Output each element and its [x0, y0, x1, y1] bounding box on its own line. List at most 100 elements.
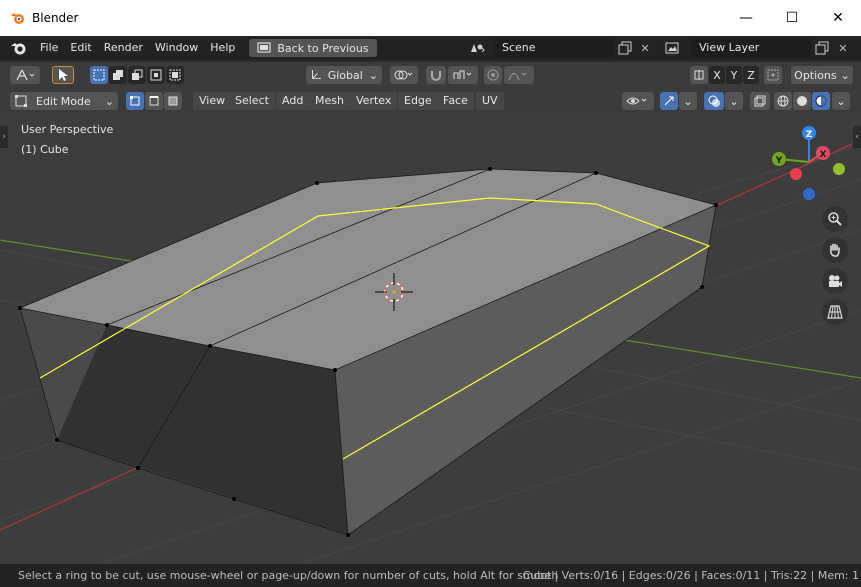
mode-label: Edit Mode: [36, 94, 91, 108]
view-layer-icon[interactable]: [664, 39, 682, 57]
minimize-button[interactable]: —: [723, 0, 769, 36]
new-scene-icon[interactable]: [616, 39, 634, 57]
object-visibility-dropdown[interactable]: [622, 92, 654, 110]
close-button[interactable]: ✕: [815, 0, 861, 36]
chevron-down-icon: ⌄: [368, 68, 378, 82]
pan-button[interactable]: [822, 237, 848, 263]
toolbar-expand-arrow[interactable]: ›: [0, 126, 8, 148]
mirror-y-toggle[interactable]: Y: [726, 66, 742, 84]
proportional-editing-icon: [487, 69, 499, 81]
show-overlays-toggle[interactable]: [704, 92, 724, 110]
header-menu-add[interactable]: Add: [276, 92, 310, 110]
menu-render[interactable]: Render: [98, 36, 149, 60]
shading-dropdown[interactable]: ⌄: [832, 92, 850, 110]
eye-icon: [626, 97, 647, 105]
remove-view-layer-icon[interactable]: ✕: [834, 39, 852, 57]
maximize-button[interactable]: ☐: [769, 0, 815, 36]
view-layer-field[interactable]: View Layer: [691, 39, 811, 57]
vertex-select-icon: [130, 96, 140, 106]
show-gizmo-toggle[interactable]: [660, 92, 678, 110]
camera-view-button[interactable]: [822, 268, 848, 294]
mirror-z-toggle[interactable]: Z: [743, 66, 759, 84]
header-menu-select[interactable]: Select: [229, 92, 275, 110]
transform-orientation-dropdown[interactable]: Global ⌄: [306, 66, 382, 84]
wireframe-shading-button[interactable]: [774, 92, 792, 110]
edge-select-icon: [149, 96, 159, 106]
edge-select-mode-button[interactable]: [145, 92, 163, 110]
auto-merge-icon: [767, 69, 779, 81]
select-mode-intersect-button[interactable]: [166, 66, 184, 84]
menu-window[interactable]: Window: [149, 36, 204, 60]
gizmo-x-label: X: [820, 150, 827, 160]
overlays-dropdown[interactable]: ⌄: [725, 92, 743, 110]
mirror-x-toggle[interactable]: X: [709, 66, 725, 84]
transform-pivot-icon: [16, 69, 35, 81]
blender-app-icon: [11, 13, 24, 24]
select-tool-button[interactable]: [52, 66, 74, 84]
material-preview-shading-button[interactable]: [812, 92, 830, 110]
material-sphere-icon: [815, 95, 827, 107]
transform-orientation-label: Global: [327, 68, 363, 82]
select-mode-subtract-button[interactable]: [128, 66, 146, 84]
falloff-curve-icon: [508, 72, 527, 81]
perspective-toggle-button[interactable]: [822, 299, 848, 325]
chevron-down-icon: ⌄: [683, 94, 693, 108]
snap-target-dropdown[interactable]: [448, 66, 478, 84]
options-label: Options: [794, 68, 837, 82]
header-menu-uv[interactable]: UV: [476, 92, 504, 110]
status-bar: Select a ring to be cut, use mouse-wheel…: [0, 564, 861, 587]
scene-selector-icon[interactable]: [468, 39, 486, 57]
chevron-down-icon: ⌄: [729, 94, 739, 108]
object-interaction-dropdown[interactable]: [10, 66, 40, 84]
window-titlebar: Blender — ☐ ✕: [0, 0, 861, 36]
header-menu-mesh[interactable]: Mesh: [309, 92, 350, 110]
header-menu-view[interactable]: View: [193, 92, 232, 110]
menu-edit[interactable]: Edit: [64, 36, 97, 60]
face-select-mode-button[interactable]: [164, 92, 182, 110]
top-menu-bar: File Edit Render Window Help Back to Pre…: [0, 36, 861, 60]
gizmo-neg-x-axis[interactable]: [790, 168, 802, 180]
sidebar-expand-arrow[interactable]: ‹: [853, 126, 861, 148]
butterfly-mirror-icon: [694, 70, 704, 80]
falloff-dropdown[interactable]: [504, 66, 534, 84]
xray-toggle[interactable]: [750, 92, 770, 110]
zoom-button[interactable]: [822, 206, 848, 232]
blender-logo-icon[interactable]: [10, 39, 28, 57]
selection-intersect-icon: [169, 69, 181, 81]
select-mode-invert-button[interactable]: [147, 66, 165, 84]
gizmo-neg-z-axis[interactable]: [803, 188, 815, 200]
pivot-point-dropdown[interactable]: [390, 66, 418, 84]
menu-help[interactable]: Help: [204, 36, 241, 60]
auto-merge-toggle[interactable]: [764, 66, 782, 84]
mirror-options-button[interactable]: [690, 66, 708, 84]
viewport-scene[interactable]: Z Y X: [0, 113, 861, 564]
vertex-select-mode-button[interactable]: [126, 92, 144, 110]
status-hint-text: Select a ring to be cut, use mouse-wheel…: [18, 569, 559, 582]
grid-perspective-icon: [827, 305, 843, 319]
active-object-label: (1) Cube: [21, 143, 69, 156]
back-to-previous-label: Back to Previous: [277, 41, 369, 55]
options-dropdown[interactable]: Options ⌄: [791, 66, 853, 84]
header-menu-edge[interactable]: Edge: [398, 92, 438, 110]
chevron-down-icon: ⌄: [104, 94, 114, 108]
viewport-header: Edit Mode ⌄ View Select Add Mesh Vertex …: [0, 89, 861, 113]
scene-name-field[interactable]: Scene: [494, 39, 614, 57]
menu-file[interactable]: File: [34, 36, 64, 60]
gizmo-neg-y-axis[interactable]: [833, 163, 845, 175]
select-mode-extend-button[interactable]: [109, 66, 127, 84]
new-view-layer-icon[interactable]: [813, 39, 831, 57]
header-menu-vertex[interactable]: Vertex: [350, 92, 398, 110]
back-to-previous-button[interactable]: Back to Previous: [249, 39, 377, 57]
gizmo-dropdown[interactable]: ⌄: [679, 92, 697, 110]
3d-viewport[interactable]: Z Y X User Perspective (1) Cube › ‹: [0, 113, 861, 564]
magnet-icon: [431, 71, 441, 81]
solid-shading-button[interactable]: [793, 92, 811, 110]
remove-scene-icon[interactable]: ✕: [636, 39, 654, 57]
chevron-down-icon: ⌄: [840, 68, 850, 82]
select-mode-new-button[interactable]: [90, 66, 108, 84]
proportional-editing-toggle[interactable]: [484, 66, 502, 84]
snap-toggle-button[interactable]: [426, 66, 446, 84]
wireframe-sphere-icon: [777, 95, 789, 107]
mode-dropdown[interactable]: Edit Mode ⌄: [10, 92, 118, 110]
header-menu-face[interactable]: Face: [437, 92, 474, 110]
